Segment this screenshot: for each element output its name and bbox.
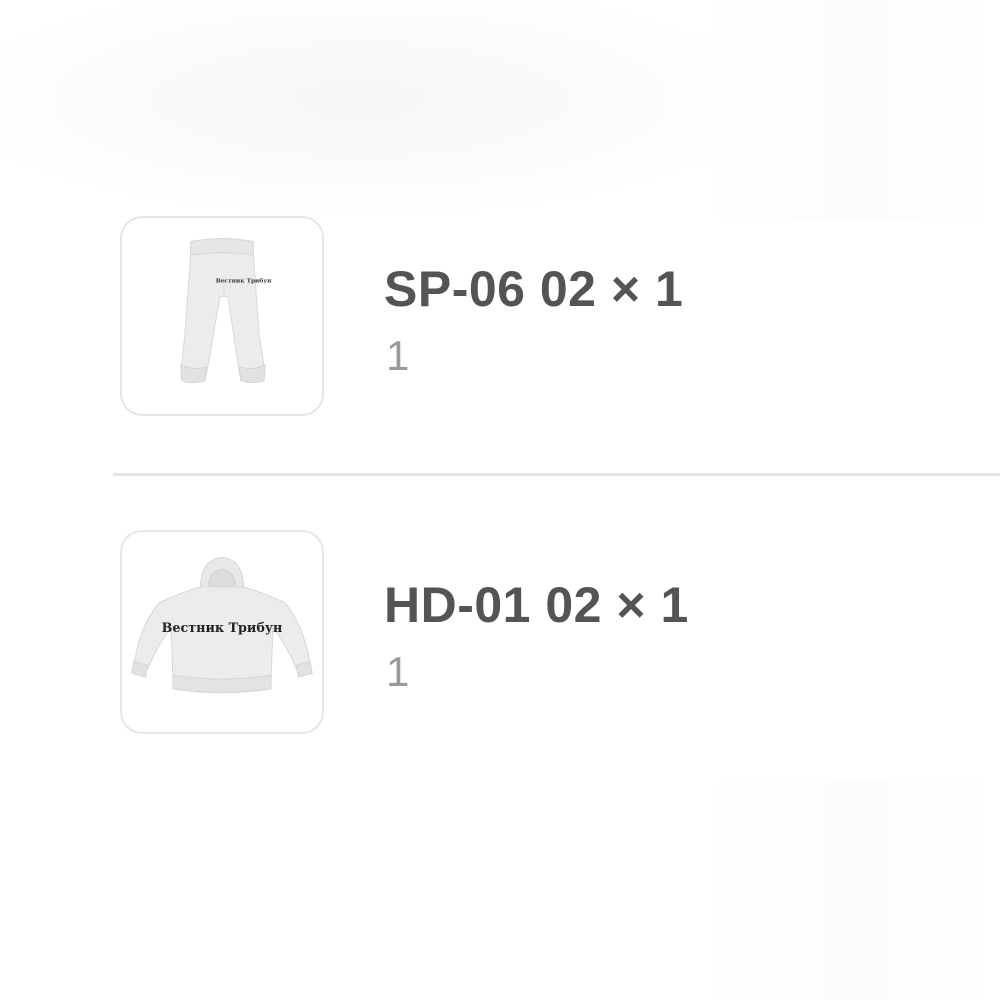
hoodie-print-text: Вестник Трибун <box>162 621 283 636</box>
item-divider <box>113 473 1000 476</box>
order-items-list: Вестник Трибун SP-06 02 × 1 1 Вестник Тр… <box>0 216 1000 778</box>
item-quantity: 1 <box>386 332 410 379</box>
item-title: SP-06 02 × 1 <box>384 261 684 317</box>
sweatpants-print-text: Вестник Трибун <box>216 278 272 285</box>
item-title: HD-01 02 × 1 <box>384 577 689 633</box>
order-item-row[interactable]: Вестник Трибун HD-01 02 × 1 1 <box>0 530 1000 734</box>
blurred-bottom-area <box>0 778 1000 1000</box>
product-thumbnail-sweatpants[interactable]: Вестник Трибун <box>120 216 324 416</box>
order-item-row[interactable]: Вестник Трибун SP-06 02 × 1 1 <box>0 216 1000 420</box>
product-thumbnail-hoodie[interactable]: Вестник Трибун <box>120 530 324 734</box>
hoodie-image: Вестник Трибун <box>131 556 313 694</box>
blurred-top-area <box>0 0 1000 220</box>
item-quantity: 1 <box>386 648 410 695</box>
sweatpants-image: Вестник Трибун <box>180 238 272 384</box>
